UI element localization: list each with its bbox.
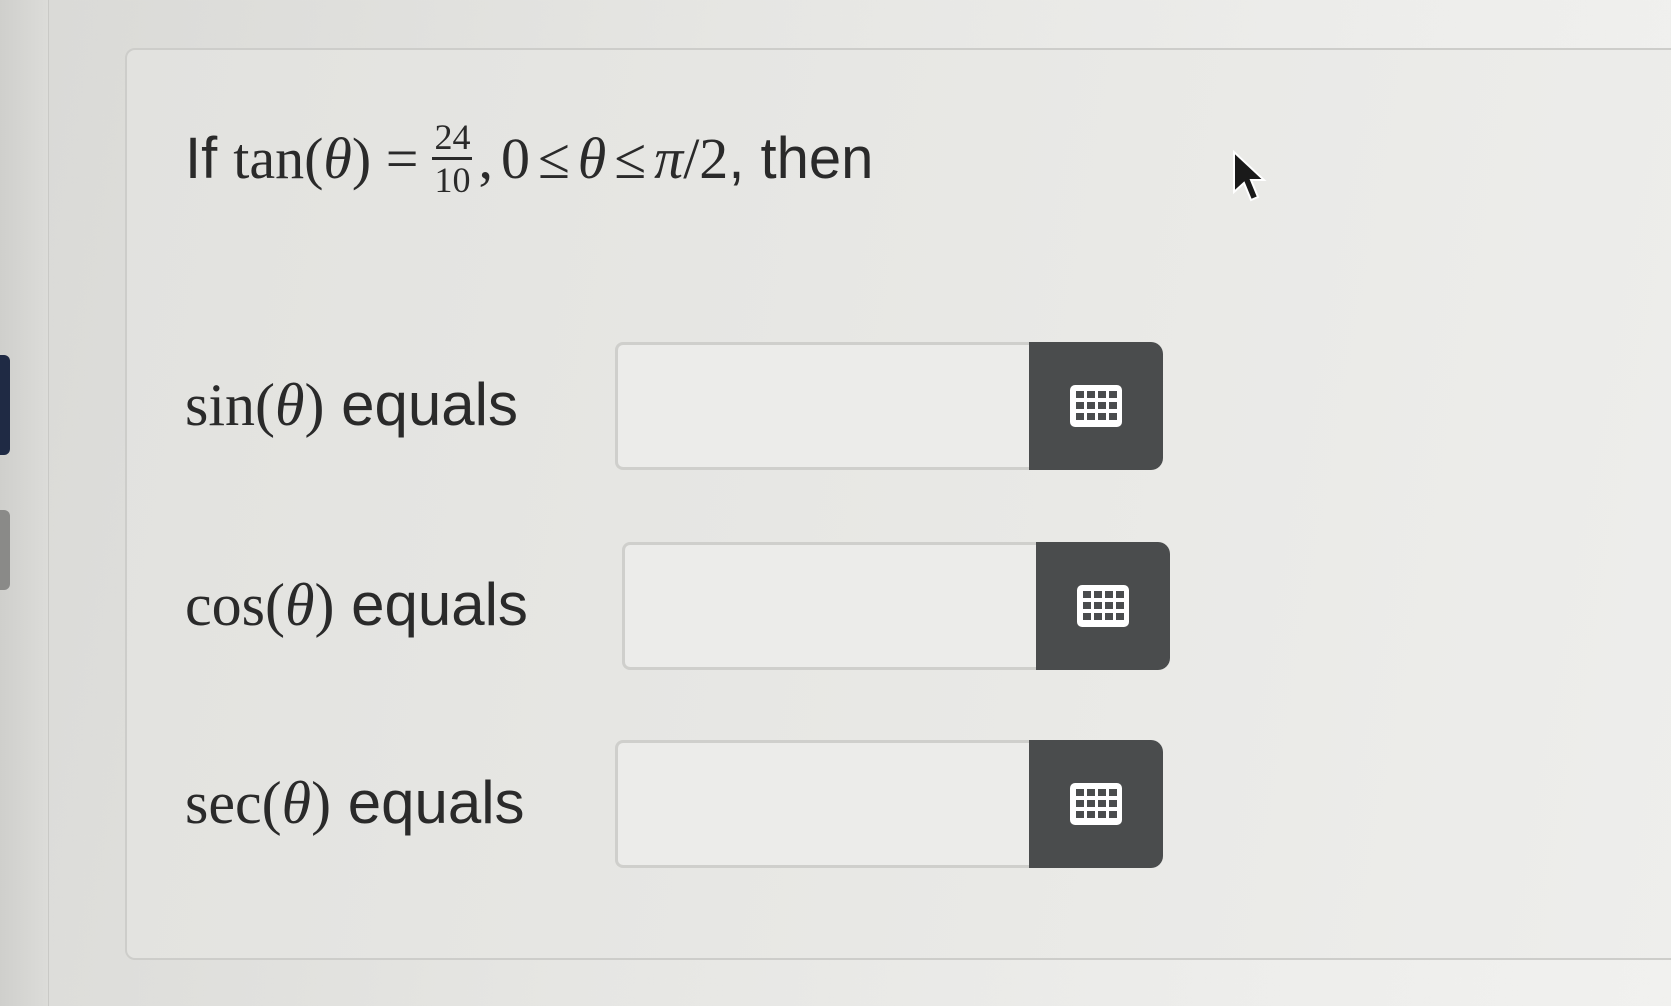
answer-field-group-sin: [615, 342, 1163, 470]
tan-value-fraction: 24 10: [432, 119, 473, 200]
lower-bound: 0: [500, 125, 530, 191]
equals-word: equals: [341, 371, 518, 438]
sidebar-tab-active[interactable]: [0, 355, 10, 455]
left-sidebar-strip: [0, 0, 49, 1006]
answer-row-sin: sin(θ) equals: [185, 340, 615, 470]
theta-symbol: θ: [281, 770, 312, 836]
prompt-prefix: If: [185, 125, 218, 191]
sin-keypad-button[interactable]: [1029, 342, 1163, 470]
sec-keypad-button[interactable]: [1029, 740, 1163, 868]
answer-field-group-sec: [615, 740, 1163, 868]
answer-row-cos: cos(θ) equals: [185, 540, 615, 670]
equals-word: equals: [351, 571, 528, 638]
theta-symbol: θ: [577, 125, 607, 191]
fraction-denominator: 10: [434, 159, 471, 200]
answer-row-sec: sec(θ) equals: [185, 738, 615, 868]
theta-symbol: θ: [323, 125, 352, 191]
fraction-numerator: 24: [432, 119, 473, 160]
question-prompt: If tan(θ) = 24 10 , 0 ≤ θ ≤ π/2, then: [185, 108, 873, 208]
upper-bound-over: /2: [683, 125, 729, 191]
answer-label-cos: cos(θ) equals: [185, 571, 528, 638]
theta-symbol: θ: [275, 372, 305, 438]
sidebar-tab[interactable]: [0, 510, 10, 590]
equals-sign: ) =: [351, 125, 419, 191]
keypad-icon: [1070, 783, 1122, 825]
cos-answer-input[interactable]: [622, 542, 1036, 670]
sin-answer-input[interactable]: [615, 342, 1029, 470]
answer-field-group-cos: [622, 542, 1170, 670]
sec-answer-input[interactable]: [615, 740, 1029, 868]
pi-symbol: π: [654, 125, 684, 191]
cos-keypad-button[interactable]: [1036, 542, 1170, 670]
tan-function: tan(: [233, 125, 324, 191]
leq-symbol: ≤: [614, 125, 647, 191]
theta-symbol: θ: [284, 572, 315, 638]
comma: ,: [478, 125, 493, 191]
keypad-icon: [1070, 385, 1122, 427]
answer-label-sin: sin(θ) equals: [185, 371, 518, 438]
mouse-cursor-icon: [1233, 149, 1267, 202]
leq-symbol: ≤: [537, 125, 570, 191]
answer-label-sec: sec(θ) equals: [185, 769, 525, 836]
prompt-suffix: , then: [728, 125, 874, 191]
keypad-icon: [1077, 585, 1129, 627]
equals-word: equals: [347, 769, 525, 836]
